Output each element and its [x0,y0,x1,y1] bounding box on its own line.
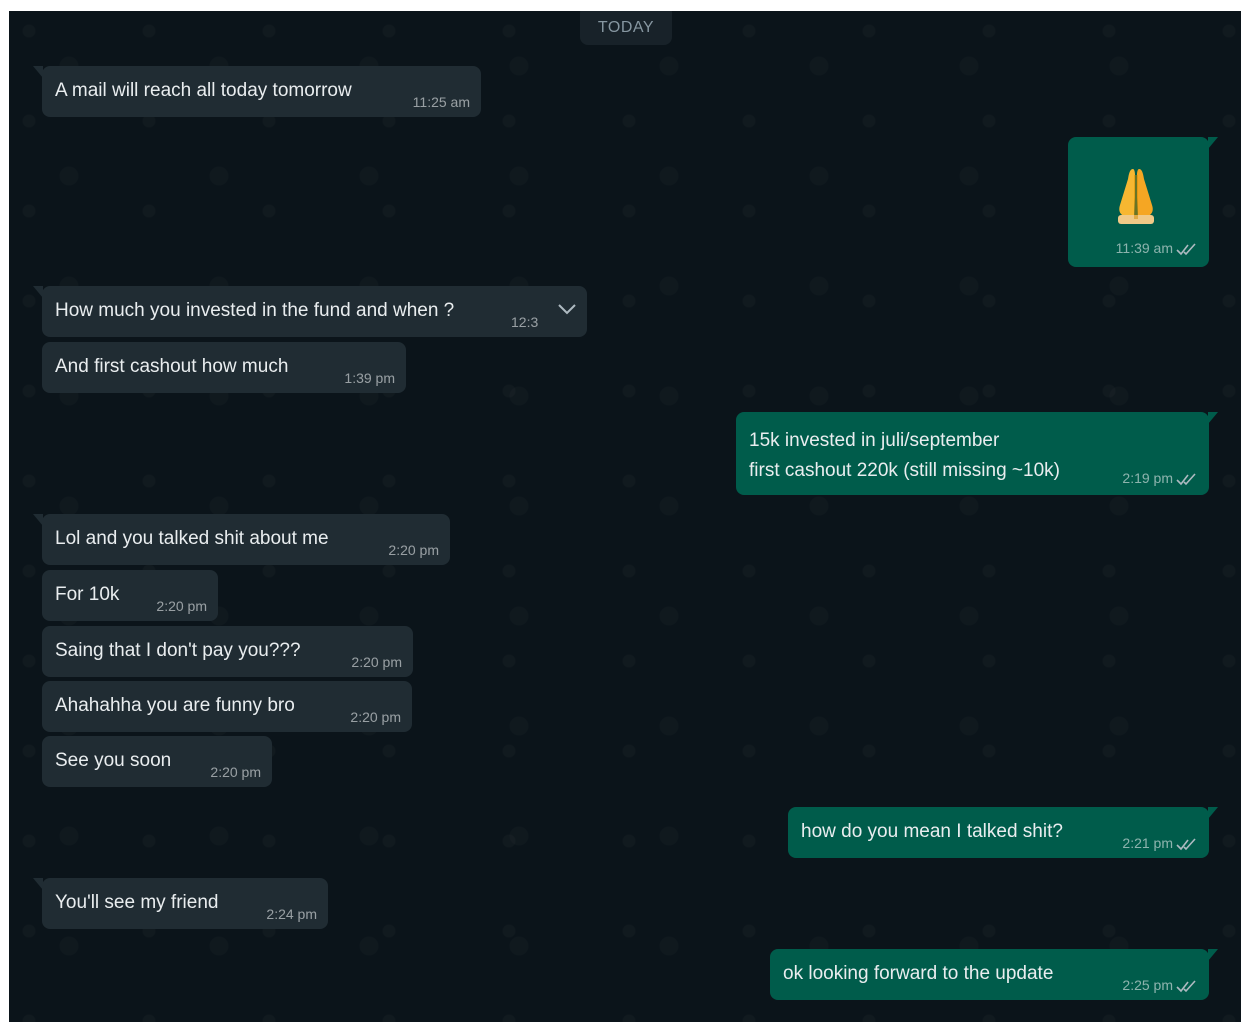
message-time: 2:20 pm [388,542,439,558]
message-time: 2:20 pm [156,598,207,614]
message-incoming[interactable]: How much you invested in the fund and wh… [33,286,587,337]
message-incoming[interactable]: You'll see my friend 2:24 pm [33,878,328,929]
message-line: first cashout 220k (still missing ~10k) [749,460,1060,481]
message-line: 15k invested in juli/september [749,430,1000,451]
message-text: 15k invested in juli/september first cas… [749,426,1060,486]
message-outgoing[interactable]: 15k invested in juli/september first cas… [736,412,1218,495]
message-text: Saing that I don't pay you??? [55,640,301,661]
message-text: And first cashout how much [55,356,289,377]
message-time: 2:24 pm [266,906,317,922]
message-time: 2:19 pm [1122,470,1173,486]
message-text: For 10k [55,584,120,605]
message-time: 12:3 [511,314,539,330]
message-incoming[interactable]: For 10k 2:20 pm [42,570,218,621]
message-time: 2:21 pm [1122,835,1173,851]
double-check-icon [1176,243,1196,256]
message-text: ok looking forward to the update [783,963,1054,984]
message-incoming[interactable]: And first cashout how much 1:39 pm [42,342,406,393]
message-time: 2:25 pm [1122,977,1173,993]
message-text: See you soon [55,750,172,771]
message-incoming[interactable]: Saing that I don't pay you??? 2:20 pm [42,626,413,677]
message-outgoing[interactable]: how do you mean I talked shit? 2:21 pm [788,807,1218,858]
message-incoming[interactable]: Lol and you talked shit about me 2:20 pm [33,514,450,565]
double-check-icon [1176,473,1196,486]
message-incoming[interactable]: Ahahahha you are funny bro 2:20 pm [42,681,412,732]
message-time: 11:39 am [1115,240,1173,256]
message-outgoing[interactable]: ok looking forward to the update 2:25 pm [770,949,1218,1000]
message-text: Ahahahha you are funny bro [55,695,295,716]
message-text: How much you invested in the fund and wh… [55,300,455,321]
message-outgoing[interactable]: 11:39 am [1068,137,1218,267]
message-time: 2:20 pm [350,709,401,725]
message-text: A mail will reach all today tomorrow [55,80,352,101]
message-time: 2:20 pm [351,654,402,670]
message-time: 1:39 pm [344,370,395,386]
chat-panel[interactable]: TODAY A mail will reach all today tomorr… [9,11,1241,1022]
date-divider: TODAY [580,11,672,45]
folded-hands-emoji [1118,169,1154,224]
message-time: 11:25 am [412,94,470,110]
message-incoming[interactable]: A mail will reach all today tomorrow 11:… [33,66,481,117]
double-check-icon [1176,838,1196,851]
message-text: You'll see my friend [55,892,219,913]
message-text: how do you mean I talked shit? [801,821,1063,842]
double-check-icon [1176,980,1196,993]
message-time: 2:20 pm [210,764,261,780]
message-incoming[interactable]: See you soon 2:20 pm [42,736,272,787]
chevron-down-icon[interactable] [556,302,578,316]
message-text: Lol and you talked shit about me [55,528,329,549]
